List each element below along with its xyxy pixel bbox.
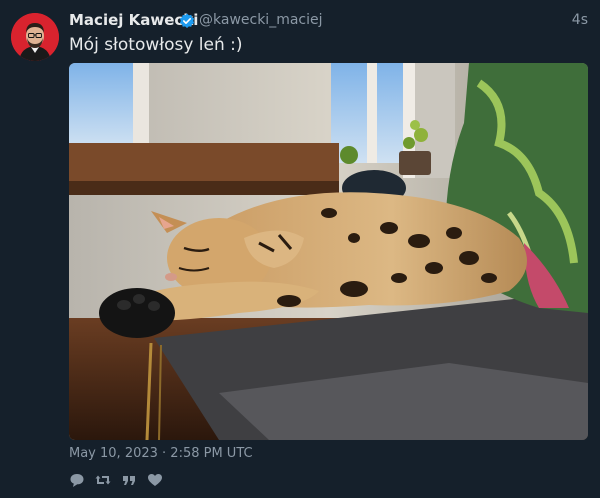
tweet-text: Mój słotowłosy leń :) — [69, 35, 243, 55]
relative-time[interactable]: 4s — [572, 12, 588, 28]
author-avatar[interactable] — [11, 13, 59, 61]
tweet-photo[interactable] — [69, 63, 588, 440]
tweet-timestamp[interactable]: May 10, 2023 · 2:58 PM UTC — [69, 446, 253, 461]
verified-badge-icon — [179, 13, 195, 29]
quote-icon[interactable] — [121, 472, 137, 488]
like-icon[interactable] — [147, 472, 163, 488]
retweet-icon[interactable] — [95, 472, 111, 488]
avatar-portrait — [11, 13, 59, 61]
tweet-actions — [69, 472, 169, 488]
author-handle[interactable]: @kawecki_maciej — [199, 12, 323, 28]
reply-icon[interactable] — [69, 472, 85, 488]
cat-photo-image — [69, 63, 588, 440]
tweet-header: Maciej Kawecki @kawecki_maciej 4s — [69, 11, 588, 31]
